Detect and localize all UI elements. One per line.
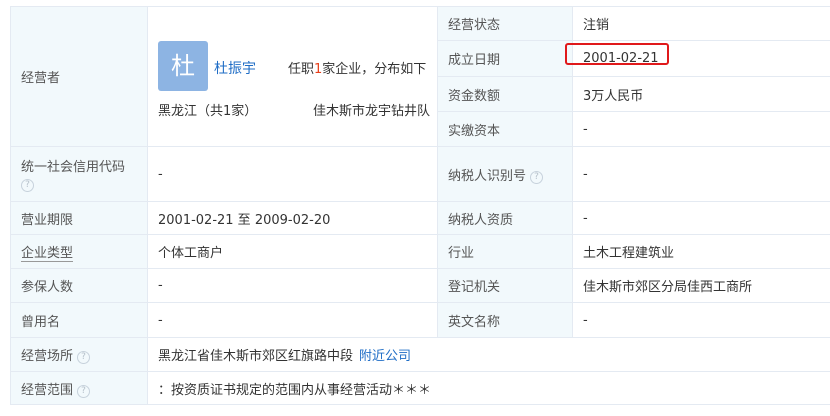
industry-value: 土木工程建筑业 (572, 234, 830, 269)
company-type-label-cell: 企业类型 (10, 234, 148, 269)
question-circle-icon[interactable]: ? (21, 179, 34, 192)
question-circle-icon[interactable]: ? (77, 384, 91, 398)
scope-value: ：按资质证书规定的范围内从事经营活动＊＊＊ (147, 371, 830, 405)
question-circle-icon[interactable]: ? (77, 351, 91, 364)
taxpayer-id-value: - (572, 146, 830, 202)
company-type-value: 个体工商户 (147, 234, 438, 269)
english-name-value: - (572, 302, 830, 338)
taxpayer-id-label: 纳税人识别号 (448, 168, 527, 184)
question-circle-icon[interactable]: ? (530, 170, 544, 184)
former-name-label: 曾用名 (10, 302, 148, 338)
summary-prefix: 任职 (288, 62, 315, 77)
address-label-cell: 经营场所? (10, 337, 148, 372)
english-name-label: 英文名称 (437, 302, 573, 338)
insured-count-label: 参保人数 (10, 268, 148, 303)
operator-label: 经营者 (10, 6, 148, 147)
taxpayer-id-label-cell: 纳税人识别号? (437, 146, 573, 202)
business-term-label: 营业期限 (10, 201, 148, 235)
address-value: 黑龙江省佳木斯市郊区红旗路中段 (158, 349, 354, 364)
industry-label: 行业 (437, 234, 573, 269)
credit-code-label-cell: 统一社会信用代码 ? (10, 146, 148, 202)
taxpayer-qualification-label: 纳税人资质 (437, 201, 573, 235)
nearby-companies-link[interactable]: 附近公司 (359, 349, 411, 364)
business-info-table: 经营者 杜 杜振宇 任职1家企业，分布如下 黑龙江（共1家） 佳木斯市龙宇钻井队… (10, 6, 830, 405)
operator-company[interactable]: 佳木斯市龙宇钻井队 (313, 100, 430, 119)
address-value-cell: 黑龙江省佳木斯市郊区红旗路中段 附近公司 (147, 337, 830, 372)
registration-authority-value: 佳木斯市郊区分局佳西工商所 (572, 268, 830, 303)
paid-capital-label: 实缴资本 (437, 111, 573, 147)
capital-label: 资金数额 (437, 76, 573, 112)
credit-code-value: - (147, 146, 438, 202)
operator-region: 黑龙江（共1家） (158, 104, 258, 119)
operator-name-link[interactable]: 杜振宇 (214, 58, 256, 78)
established-label: 成立日期 (437, 40, 573, 77)
established-date-highlight (565, 43, 669, 65)
capital-value: 3万人民币 (572, 76, 830, 112)
business-term-value: 2001-02-21 至 2009-02-20 (147, 201, 438, 235)
scope-label: 经营范围 (21, 382, 74, 398)
registration-authority-label: 登记机关 (437, 268, 573, 303)
status-label: 经营状态 (437, 6, 573, 41)
paid-capital-value: - (572, 111, 830, 147)
operator-summary: 任职1家企业，分布如下 (288, 58, 426, 77)
company-type-label[interactable]: 企业类型 (21, 246, 74, 262)
status-value: 注销 (572, 6, 830, 41)
credit-code-label: 统一社会信用代码 (21, 160, 126, 175)
insured-count-value: - (147, 268, 438, 303)
scope-label-cell: 经营范围? (10, 371, 148, 405)
former-name-value: - (147, 302, 438, 338)
taxpayer-qualification-value: - (572, 201, 830, 235)
operator-cell: 杜 杜振宇 任职1家企业，分布如下 黑龙江（共1家） 佳木斯市龙宇钻井队 (147, 6, 438, 147)
operator-avatar[interactable]: 杜 (158, 41, 208, 91)
address-label: 经营场所 (21, 349, 74, 364)
summary-suffix: 家企业，分布如下 (322, 62, 427, 77)
